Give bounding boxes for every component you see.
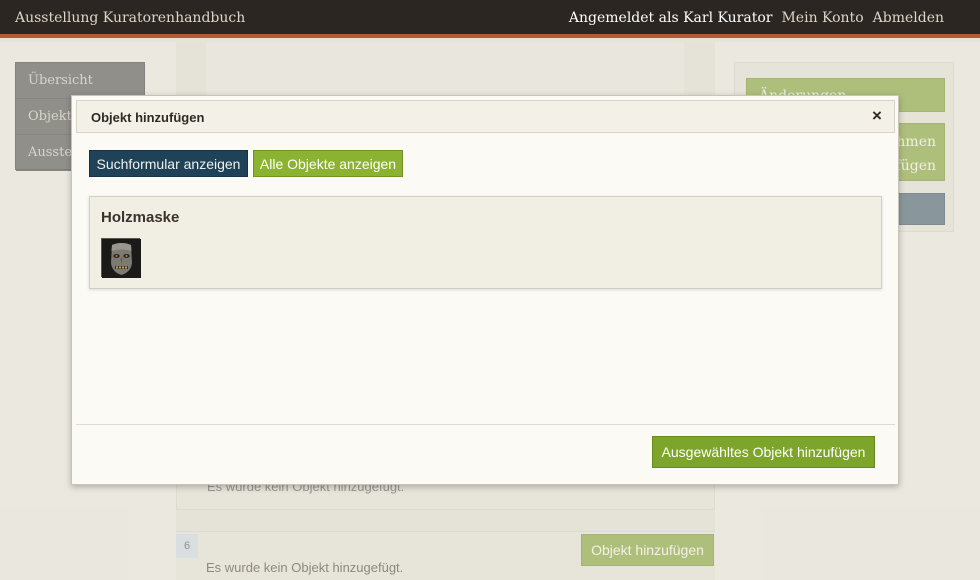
- show-search-form-button[interactable]: Suchformular anzeigen: [89, 150, 248, 177]
- show-all-objects-button[interactable]: Alle Objekte anzeigen: [253, 150, 403, 177]
- add-selected-object-button[interactable]: Ausgewähltes Objekt hinzufügen: [652, 436, 875, 468]
- app-title[interactable]: Ausstellung Kuratorenhandbuch: [15, 10, 245, 26]
- object-card[interactable]: Holzmaske: [89, 196, 882, 289]
- add-object-dialog: Objekt hinzufügen × Suchformular anzeige…: [71, 95, 899, 485]
- close-icon[interactable]: ×: [866, 105, 888, 127]
- wooden-mask-thumbnail-icon[interactable]: [101, 238, 141, 278]
- user-nav: Angemeldet als Karl Kurator Mein Konto A…: [569, 10, 944, 26]
- top-navbar: Ausstellung Kuratorenhandbuch Angemeldet…: [0, 0, 980, 38]
- dialog-footer-divider: [76, 424, 895, 425]
- object-name: Holzmaske: [101, 209, 180, 226]
- dialog-title: Objekt hinzufügen: [91, 110, 205, 125]
- account-link[interactable]: Mein Konto: [781, 10, 863, 26]
- logged-in-user: Angemeldet als Karl Kurator: [568, 10, 773, 26]
- dialog-header: Objekt hinzufügen ×: [76, 100, 895, 133]
- logout-link[interactable]: Abmelden: [873, 10, 944, 26]
